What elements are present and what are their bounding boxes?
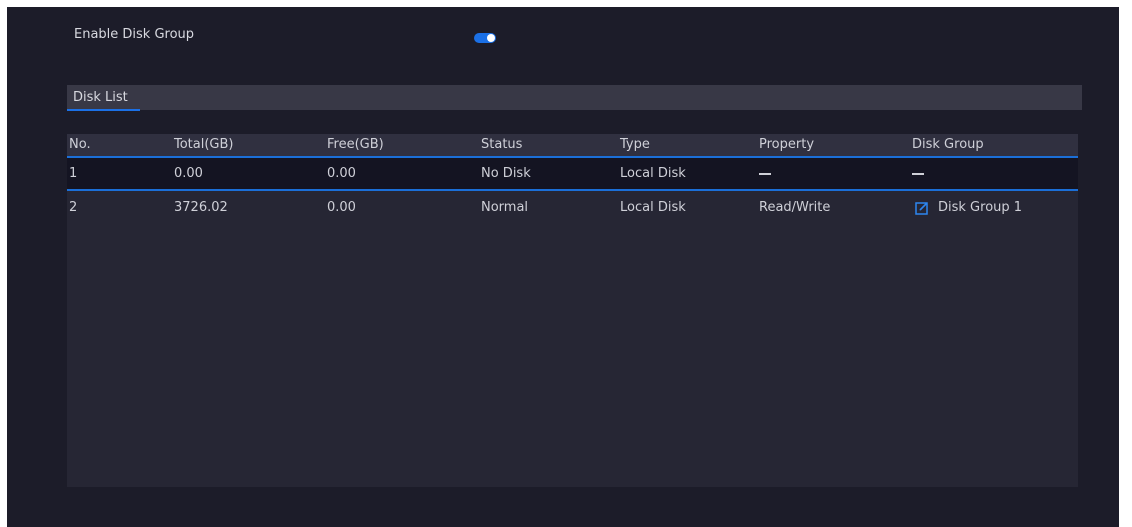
column-header-status: Status: [481, 137, 523, 152]
cell-total: 3726.02: [174, 200, 228, 215]
tab-disk-list[interactable]: Disk List: [67, 85, 134, 110]
cell-free: 0.00: [327, 166, 356, 181]
disk-list-section-bar: Disk List: [67, 85, 1082, 111]
disk-group-settings-panel: Enable Disk Group Disk List No. Total(GB…: [7, 7, 1119, 527]
cell-disk-group: Disk Group 1: [912, 191, 1022, 225]
column-header-free: Free(GB): [327, 137, 384, 152]
column-header-no: No.: [69, 137, 91, 152]
disk-group-name: Disk Group 1: [938, 200, 1023, 215]
table-header: No. Total(GB) Free(GB) Status Type Prope…: [67, 134, 1078, 158]
cell-no: 2: [69, 200, 78, 215]
enable-disk-group-toggle[interactable]: [474, 33, 496, 43]
cell-type: Local Disk: [620, 166, 686, 181]
disk-list-table: No. Total(GB) Free(GB) Status Type Prope…: [67, 134, 1078, 487]
cell-free: 0.00: [327, 200, 356, 215]
table-row[interactable]: 1 0.00 0.00 No Disk Local Disk: [67, 158, 1078, 191]
active-tab-underline: [67, 109, 140, 111]
toggle-knob: [487, 34, 495, 42]
column-header-type: Type: [620, 137, 650, 152]
cell-property: Read/Write: [759, 200, 831, 215]
column-header-property: Property: [759, 137, 815, 152]
table-row[interactable]: 2 3726.02 0.00 Normal Local Disk Read/Wr…: [67, 191, 1078, 227]
cell-total: 0.00: [174, 166, 203, 181]
column-header-disk-group: Disk Group: [912, 137, 984, 152]
column-header-total: Total(GB): [174, 137, 234, 152]
cell-status: No Disk: [481, 166, 531, 181]
edit-icon[interactable]: [915, 201, 929, 215]
cell-no: 1: [69, 166, 78, 181]
cell-property-empty: [759, 158, 771, 190]
cell-disk-group-empty: [912, 158, 924, 190]
cell-status: Normal: [481, 200, 529, 215]
dash-icon: [912, 172, 924, 175]
enable-disk-group-row: Enable Disk Group: [74, 27, 534, 49]
enable-disk-group-label: Enable Disk Group: [74, 27, 195, 42]
cell-type: Local Disk: [620, 200, 686, 215]
dash-icon: [759, 172, 771, 175]
